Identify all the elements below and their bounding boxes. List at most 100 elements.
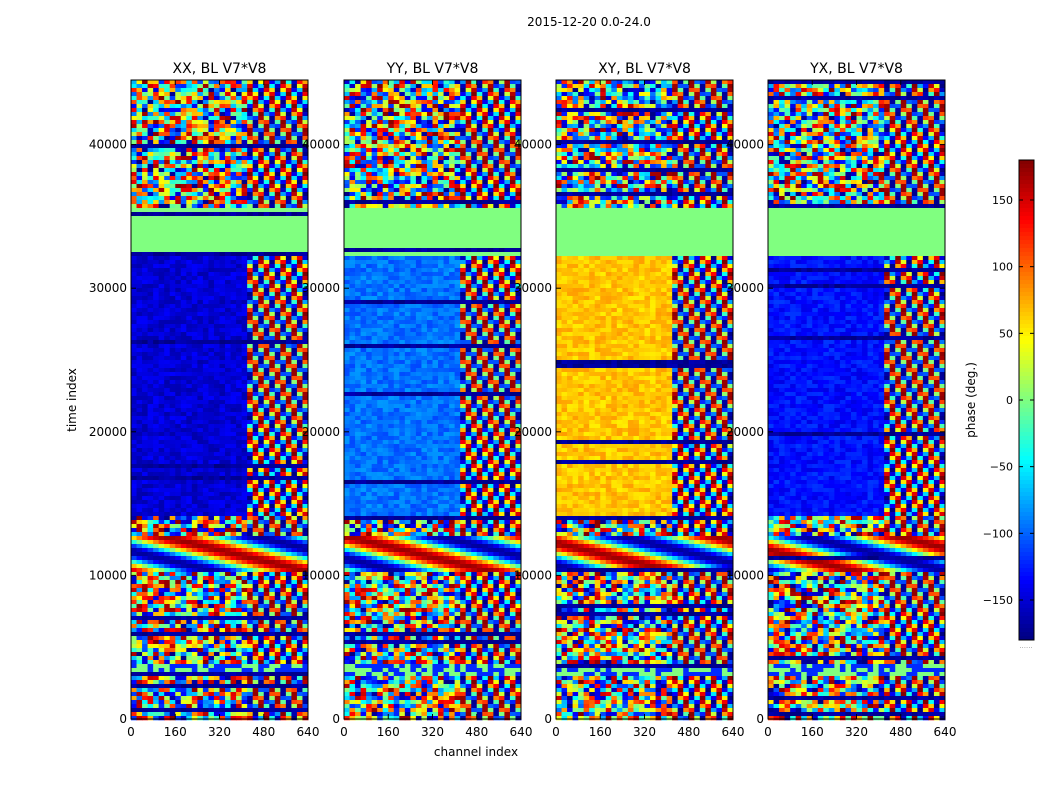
colorbar-swatch bbox=[1019, 448, 1034, 453]
colorbar-label: phase (deg.) bbox=[964, 362, 978, 438]
x-tick-label: 480 bbox=[465, 725, 488, 739]
heatmap-panel: YY, BL V7*V8 0 160 320 480 640 0 10000 20000 3000… bbox=[302, 61, 533, 739]
colorbar-swatch bbox=[1019, 316, 1034, 321]
y-axis-label: time index bbox=[65, 368, 79, 432]
figure: 2015-12-20 0.0-24.0 channel index time i… bbox=[65, 15, 1035, 759]
colorbar-swatch bbox=[1019, 160, 1034, 165]
colorbar-swatch bbox=[1019, 384, 1034, 389]
colorbar-swatch bbox=[1019, 400, 1034, 405]
colorbar-swatch bbox=[1019, 244, 1034, 249]
colorbar-swatch bbox=[1019, 388, 1034, 393]
heatmap-panels: XX, BL V7*V8 0 160 320 480 640 0 10000 20000 3000… bbox=[89, 61, 957, 739]
y-tick-label: 30000 bbox=[726, 281, 764, 295]
colorbar-swatch bbox=[1019, 296, 1034, 301]
colorbar-swatch bbox=[1019, 360, 1034, 365]
y-tick-label: 0 bbox=[756, 712, 764, 726]
colorbar-swatch bbox=[1019, 364, 1034, 369]
x-tick-label: 320 bbox=[845, 725, 868, 739]
x-tick-label: 320 bbox=[208, 725, 231, 739]
colorbar-swatch bbox=[1019, 212, 1034, 217]
colorbar-swatch bbox=[1019, 180, 1034, 185]
colorbar-swatch bbox=[1019, 508, 1034, 513]
x-tick-label: 0 bbox=[340, 725, 348, 739]
y-tick-label: 0 bbox=[332, 712, 340, 726]
colorbar-swatch bbox=[1019, 272, 1034, 277]
colorbar-swatch bbox=[1019, 536, 1034, 541]
colorbar-swatch bbox=[1019, 616, 1034, 621]
colorbar-swatch bbox=[1019, 432, 1034, 437]
colorbar-swatch bbox=[1019, 532, 1034, 537]
colorbar-swatch bbox=[1019, 224, 1034, 229]
colorbar-swatch bbox=[1019, 608, 1034, 613]
y-tick-label: 10000 bbox=[514, 568, 552, 582]
colorbar-swatch bbox=[1019, 208, 1034, 213]
colorbar-swatch bbox=[1019, 308, 1034, 313]
colorbar-swatch bbox=[1019, 496, 1034, 501]
colorbar-swatch bbox=[1019, 352, 1034, 357]
colorbar-tick-label: 50 bbox=[999, 327, 1013, 340]
colorbar-swatch bbox=[1019, 416, 1034, 421]
colorbar-swatch bbox=[1019, 424, 1034, 429]
colorbar-swatch bbox=[1019, 284, 1034, 289]
colorbar-swatch bbox=[1019, 624, 1034, 629]
x-tick-label: 160 bbox=[164, 725, 187, 739]
x-tick-label: 320 bbox=[421, 725, 444, 739]
colorbar-swatch bbox=[1019, 232, 1034, 237]
x-tick-label: 640 bbox=[510, 725, 533, 739]
y-tick-label: 40000 bbox=[726, 138, 764, 152]
colorbar-swatch bbox=[1019, 540, 1034, 545]
panel-title: XX, BL V7*V8 bbox=[173, 61, 267, 77]
y-tick-label: 40000 bbox=[89, 138, 127, 152]
colorbar-swatch bbox=[1019, 276, 1034, 281]
colorbar-swatch bbox=[1019, 304, 1034, 309]
colorbar-tick-label: −100 bbox=[983, 527, 1013, 540]
heatmap-panel: YX, BL V7*V8 0 160 320 480 640 0 10000 20000 3000… bbox=[726, 61, 957, 739]
x-tick-label: 640 bbox=[297, 725, 320, 739]
heatmap-cells bbox=[556, 80, 734, 721]
colorbar-swatch bbox=[1019, 220, 1034, 225]
x-axis-label: channel index bbox=[434, 745, 518, 759]
colorbar-swatch bbox=[1019, 172, 1034, 177]
colorbar-tick-label: 0 bbox=[1006, 394, 1013, 407]
x-tick-label: 160 bbox=[589, 725, 612, 739]
x-tick-label: 0 bbox=[552, 725, 560, 739]
y-tick-label: 30000 bbox=[302, 281, 340, 295]
colorbar-swatch bbox=[1019, 408, 1034, 413]
y-tick-label: 20000 bbox=[89, 425, 127, 439]
colorbar-tick-label: 150 bbox=[992, 194, 1013, 207]
colorbar-swatch bbox=[1019, 344, 1034, 349]
heatmap-panel: XY, BL V7*V8 0 160 320 480 640 0 10000 20000 3000… bbox=[514, 61, 745, 739]
colorbar-swatch bbox=[1019, 576, 1034, 581]
colorbar-swatch bbox=[1019, 324, 1034, 329]
colorbar-swatch bbox=[1019, 468, 1034, 473]
colorbar-swatch bbox=[1019, 516, 1034, 521]
colorbar-bottom-label: ...... bbox=[1019, 642, 1032, 650]
colorbar-tick-label: −50 bbox=[990, 461, 1013, 474]
colorbar-swatch bbox=[1019, 176, 1034, 181]
colorbar-swatch bbox=[1019, 492, 1034, 497]
colorbar-swatch bbox=[1019, 612, 1034, 617]
colorbar-swatch bbox=[1019, 572, 1034, 577]
colorbar-swatch bbox=[1019, 504, 1034, 509]
colorbar-swatch bbox=[1019, 552, 1034, 557]
colorbar-swatch bbox=[1019, 460, 1034, 465]
colorbar-swatch bbox=[1019, 524, 1034, 529]
colorbar-swatch bbox=[1019, 292, 1034, 297]
colorbar-swatch bbox=[1019, 584, 1034, 589]
colorbar-swatch bbox=[1019, 476, 1034, 481]
y-tick-label: 0 bbox=[544, 712, 552, 726]
colorbar-swatch bbox=[1019, 280, 1034, 285]
colorbar-swatch bbox=[1019, 328, 1034, 333]
y-tick-label: 10000 bbox=[302, 568, 340, 582]
colorbar-swatch bbox=[1019, 420, 1034, 425]
x-tick-label: 480 bbox=[252, 725, 275, 739]
colorbar-swatch bbox=[1019, 320, 1034, 325]
colorbar-swatch bbox=[1019, 228, 1034, 233]
colorbar-swatch bbox=[1019, 412, 1034, 417]
colorbar-swatch bbox=[1019, 428, 1034, 433]
colorbar-swatch bbox=[1019, 168, 1034, 173]
colorbar-swatch bbox=[1019, 556, 1034, 561]
colorbar-tick-label: 100 bbox=[992, 261, 1013, 274]
panel-title: XY, BL V7*V8 bbox=[598, 61, 691, 77]
colorbar-swatch bbox=[1019, 440, 1034, 445]
